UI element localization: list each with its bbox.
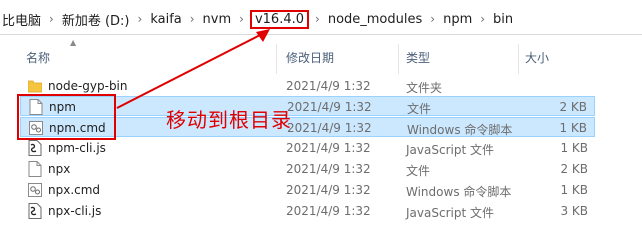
annotation-text: 移动到根目录 <box>166 108 292 132</box>
annotation-arrow <box>116 29 270 109</box>
